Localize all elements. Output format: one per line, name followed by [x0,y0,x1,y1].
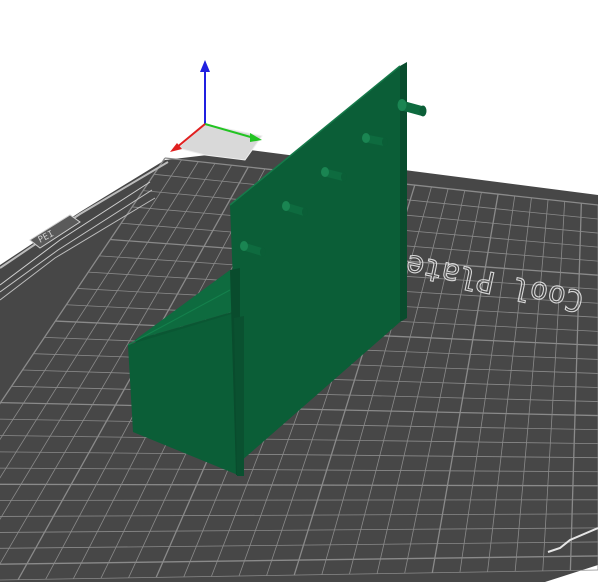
3d-viewport[interactable]: PEI Cool Plate [0,0,598,582]
scene-canvas[interactable]: PEI Cool Plate [0,0,598,582]
z-axis-arrow-icon [200,60,210,72]
origin-area [176,123,263,161]
